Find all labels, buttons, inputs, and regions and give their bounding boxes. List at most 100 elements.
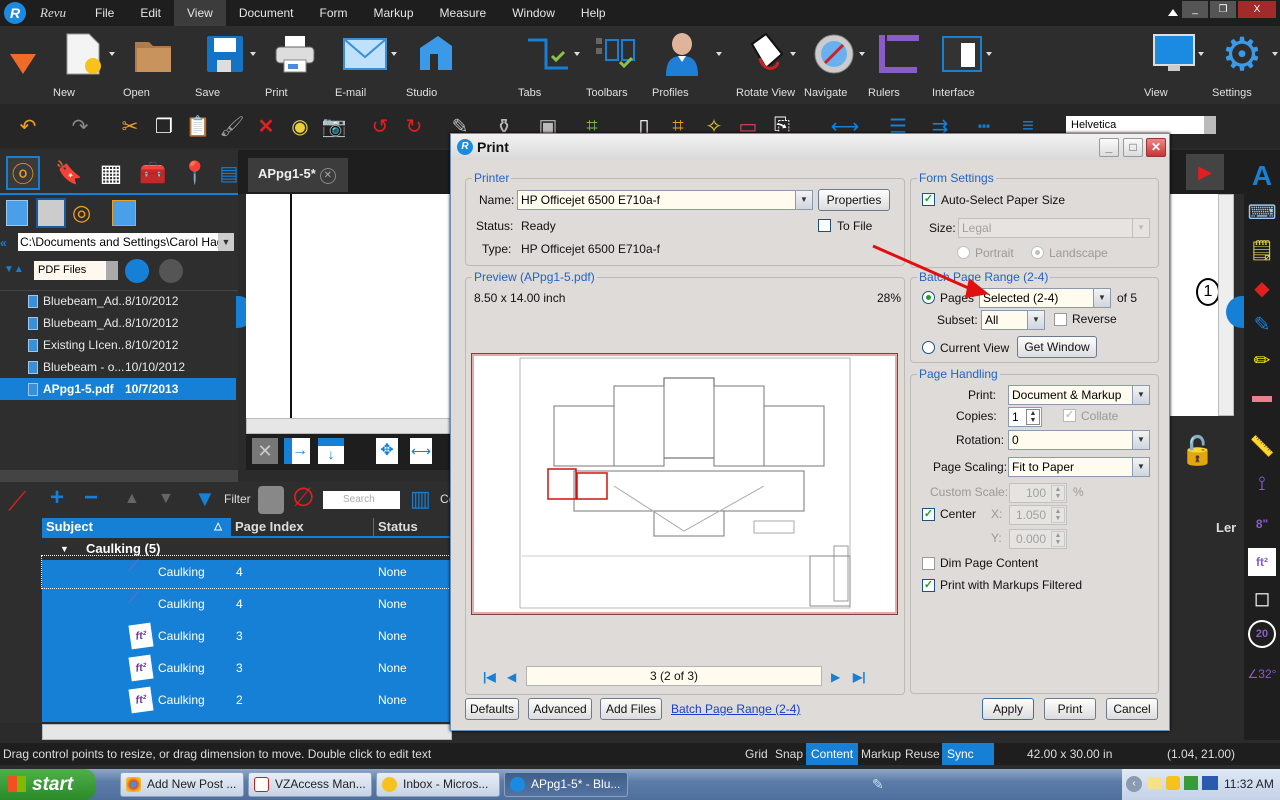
markup-row[interactable]: ⟋ Caulking 4 None <box>42 588 452 620</box>
back-icon[interactable]: « <box>0 236 7 250</box>
markup-horizontal-scrollbar[interactable] <box>42 724 452 740</box>
rotate-dropdown-icon[interactable] <box>790 52 796 56</box>
calibrate-ruler-icon[interactable]: 📏 <box>1248 432 1276 460</box>
x-offset-input[interactable]: 1.050 ▲ ▼ <box>1009 505 1067 525</box>
column-header-length[interactable]: Ler <box>1216 520 1236 535</box>
area-measure-icon[interactable]: ft² <box>1248 548 1276 576</box>
page-scaling-select[interactable]: Fit to Paper ▼ <box>1008 457 1150 477</box>
rotate-left-page-icon[interactable]: ↺ <box>366 112 394 140</box>
profiles-dropdown-icon[interactable] <box>716 52 722 56</box>
markup-pen-icon[interactable]: ⟋ <box>8 486 26 518</box>
taskbar-item[interactable]: VZAccess Man... <box>248 772 372 797</box>
menu-edit[interactable]: Edit <box>127 0 174 26</box>
print-content-select[interactable]: Document & Markup ▼ <box>1008 385 1150 405</box>
navigate-dropdown-icon[interactable] <box>859 52 865 56</box>
center-checkbox[interactable]: ✓ <box>922 508 935 521</box>
collapse-ribbon-icon[interactable] <box>1168 9 1178 16</box>
current-view-radio[interactable] <box>922 341 935 354</box>
subset-select[interactable]: All ▼ <box>981 310 1045 330</box>
settings-button[interactable]: ⚙ Settings <box>1212 28 1272 99</box>
y-offset-stepper[interactable]: ▲ ▼ <box>1051 531 1065 547</box>
thumbnails-tab-icon[interactable]: ▦ <box>94 156 128 190</box>
dim-page-content-checkbox[interactable] <box>922 557 935 570</box>
interface-dropdown-icon[interactable] <box>986 52 992 56</box>
chevron-down-icon[interactable]: ▼ <box>218 233 234 251</box>
print-markups-filtered-checkbox[interactable]: ✓ <box>922 579 935 592</box>
x-offset-stepper[interactable]: ▲ ▼ <box>1051 507 1065 523</box>
custom-scale-input[interactable]: 100 ▲ ▼ <box>1009 483 1067 503</box>
fit-page-icon[interactable]: ✥ <box>376 438 398 464</box>
email-button[interactable]: E-mail <box>335 32 395 99</box>
paper-size-select[interactable]: Legal ▼ <box>958 218 1150 238</box>
revu-logo-icon[interactable]: R <box>4 2 26 24</box>
dividers-icon[interactable]: ⟟ <box>1248 470 1276 498</box>
markup-search-input[interactable]: Search <box>323 491 400 509</box>
interface-button[interactable]: Interface <box>932 32 992 99</box>
chevron-down-icon[interactable]: ▼ <box>1132 219 1149 237</box>
forward-nav-button[interactable] <box>159 259 183 283</box>
toolbars-button[interactable]: Toolbars <box>586 32 646 99</box>
profiles-button[interactable]: Profiles <box>652 32 712 99</box>
menu-help[interactable]: Help <box>568 0 619 26</box>
get-window-button[interactable]: Get Window <box>1017 336 1097 358</box>
file-list-item[interactable]: Bluebeam - o... 10/10/2012 <box>0 356 236 378</box>
chevron-down-icon[interactable] <box>1204 116 1216 134</box>
document-tab[interactable]: APpg1-5* ✕ <box>248 158 348 192</box>
recent-file-icon[interactable] <box>112 200 136 226</box>
column-header-subject[interactable]: Subject △ <box>42 518 230 536</box>
callout-icon[interactable]: ◆ <box>1248 274 1276 302</box>
grid-toggle[interactable]: Grid <box>740 743 773 765</box>
chevron-down-icon[interactable]: ▼ <box>1132 431 1149 449</box>
defaults-button[interactable]: Defaults <box>465 698 519 720</box>
menu-window[interactable]: Window <box>499 0 568 26</box>
dialog-close-button[interactable]: ✕ <box>1146 138 1166 157</box>
text-tool-icon[interactable]: A <box>1248 160 1276 191</box>
apply-button[interactable]: Apply <box>982 698 1034 720</box>
printer-name-select[interactable]: HP Officejet 6500 E710a-f ▼ <box>517 190 813 210</box>
angle-icon[interactable]: ∠32° <box>1248 660 1277 688</box>
perimeter-icon[interactable]: ◻ <box>1248 584 1276 612</box>
filter-icon[interactable]: ▼ <box>194 486 216 512</box>
menu-measure[interactable]: Measure <box>427 0 500 26</box>
eraser-icon[interactable]: ▬ <box>1248 382 1276 410</box>
landscape-radio[interactable] <box>1031 246 1044 259</box>
close-button[interactable]: X <box>1238 1 1276 18</box>
places-tab-icon[interactable]: 📍 <box>178 156 212 190</box>
menu-file[interactable]: File <box>82 0 127 26</box>
note-icon[interactable]: 🗒 <box>1248 236 1276 264</box>
taskbar-item-active[interactable]: APpg1-5* - Blu... <box>504 772 628 797</box>
start-button[interactable]: start <box>0 769 96 800</box>
chevron-down-icon[interactable]: ▼ <box>1132 458 1149 476</box>
save-button[interactable]: Save <box>195 32 255 99</box>
language-bar-icon[interactable]: ✎ <box>872 776 890 792</box>
page-number-field[interactable]: 3 (2 of 3) <box>526 666 822 686</box>
clock-tray-icon[interactable] <box>1166 776 1180 790</box>
chevron-down-icon[interactable]: ▼ <box>1132 386 1149 404</box>
dialog-title-bar[interactable]: R Print _ □ ✕ <box>451 134 1169 160</box>
print-button[interactable]: Print <box>1044 698 1096 720</box>
sort-icon[interactable]: ▼▲ <box>4 264 24 275</box>
markup-row[interactable]: ft² Caulking 3 None <box>42 620 452 652</box>
to-file-checkbox[interactable] <box>818 219 831 232</box>
local-file-icon[interactable] <box>6 200 28 226</box>
batch-page-range-link[interactable]: Batch Page Range (2-4) <box>671 702 800 716</box>
print-button[interactable]: Print <box>265 32 325 99</box>
markup-row[interactable]: ft² Caulking 2 None <box>42 684 452 716</box>
last-page-icon[interactable]: ▶| <box>853 670 866 684</box>
paste-icon[interactable]: 📋 <box>184 112 212 140</box>
fit-width-icon[interactable]: ⟷ <box>410 438 432 464</box>
copies-stepper[interactable]: ▲ ▼ <box>1026 409 1040 425</box>
menu-view[interactable]: View <box>174 0 226 26</box>
highlighter-icon[interactable]: ✏ <box>1248 346 1276 374</box>
document-view[interactable] <box>246 194 456 418</box>
add-files-button[interactable]: Add Files <box>600 698 662 720</box>
network-icon[interactable]: ◎ <box>72 200 98 226</box>
format-painter-icon[interactable]: 🖌 <box>218 112 246 140</box>
split-vertical-icon[interactable]: → <box>284 438 310 464</box>
chevron-down-icon[interactable]: ▼ <box>60 544 69 554</box>
column-header-status[interactable]: Status <box>374 518 452 536</box>
columns-label[interactable]: Co <box>440 492 450 506</box>
new-dropdown-icon[interactable] <box>109 52 115 56</box>
tape-icon[interactable]: ◉ <box>286 112 314 140</box>
file-list-item-selected[interactable]: APpg1-5.pdf 10/7/2013 <box>0 378 236 400</box>
